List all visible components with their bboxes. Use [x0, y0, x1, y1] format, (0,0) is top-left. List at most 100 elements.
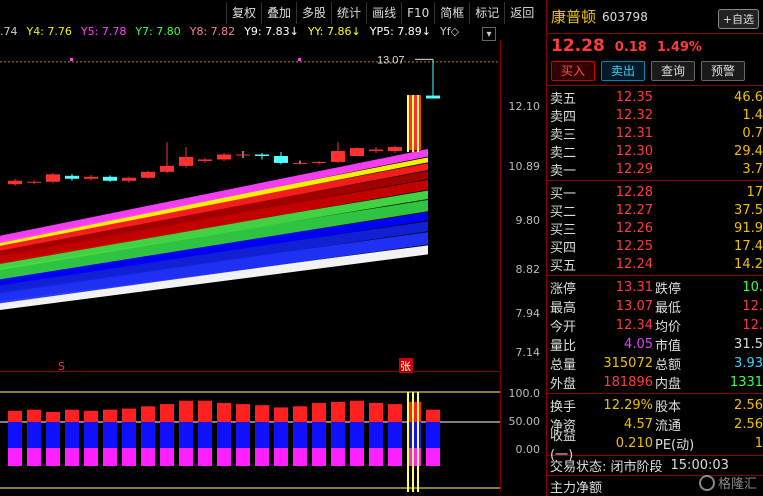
ma-value: Y5: 7.78 [80, 25, 127, 38]
stat-value: 3.93 [734, 356, 763, 371]
toolbar-button[interactable]: 画线 [366, 2, 401, 24]
asks-level-row[interactable]: 卖三 12.31 0.7 [547, 124, 763, 143]
kline-svg: 13.07S 张 [0, 54, 500, 373]
candle-body[interactable] [293, 162, 307, 164]
candle-body[interactable] [103, 176, 117, 181]
candle-body[interactable] [179, 156, 193, 166]
oscillator-red-bar [217, 402, 231, 422]
price-axis-label: 10.89 [508, 160, 541, 174]
asks-level-row[interactable]: 卖五 12.35 46.6 [547, 88, 763, 107]
stat-label: 今开 [550, 320, 577, 335]
candle-body[interactable] [255, 154, 269, 156]
stat-row: 量比 4.05 市值 31.5 [547, 335, 763, 354]
limit-up-stripe [407, 95, 409, 153]
toolbar-button[interactable]: 统计 [331, 2, 366, 24]
asks-level-volume: 29.4 [734, 143, 763, 159]
candle-body[interactable] [141, 171, 155, 178]
oscillator-magenta-bar [331, 448, 345, 466]
asks-level-volume: 0.7 [742, 125, 763, 141]
bids-level-row[interactable]: 买三 12.26 91.9 [547, 219, 763, 238]
oscillator-magenta-bar [27, 448, 41, 466]
bids-level-label: 买二 [550, 204, 577, 220]
toolbar-button[interactable]: F10 [401, 2, 434, 24]
menu-icon[interactable]: ▾ [482, 27, 496, 41]
oscillator-magenta-bar [84, 448, 98, 466]
candle-body[interactable] [27, 181, 41, 183]
candle-body[interactable] [312, 161, 326, 163]
oscillator-blue-bar [331, 422, 345, 448]
bids-level-row[interactable]: 买五 12.24 14.2 [547, 255, 763, 274]
query-button[interactable]: 查询 [651, 61, 695, 81]
oscillator-magenta-bar [179, 448, 193, 466]
buy-button[interactable]: 买入 [551, 61, 595, 81]
candle-body[interactable] [369, 149, 383, 152]
candle-body[interactable] [426, 95, 440, 99]
ma-value: YY: 7.86↓ [307, 25, 361, 38]
candle-body[interactable] [65, 175, 79, 179]
add-watchlist-button[interactable]: +自选 [717, 9, 759, 29]
asks-level-price: 12.30 [615, 143, 653, 159]
stock-header: 康普顿 603798 +自选 [547, 0, 763, 34]
candle-body[interactable] [331, 151, 345, 162]
limit-up-stripe [412, 95, 414, 153]
stat-value: 10. [742, 280, 763, 295]
asks-level-row[interactable]: 卖一 12.29 3.7 [547, 160, 763, 179]
asks-level-label: 卖三 [550, 127, 577, 143]
bids-level-row[interactable]: 买一 12.28 17 [547, 183, 763, 202]
price-change-percent: 1.49% [656, 40, 702, 55]
toolbar-button[interactable]: 叠加 [261, 2, 296, 24]
stat-label: 量比 [550, 339, 577, 354]
candle-body[interactable] [198, 159, 212, 161]
oscillator-blue-bar [312, 422, 326, 448]
bids-level-price: 12.28 [615, 184, 653, 200]
stock-name[interactable]: 康普顿 [551, 6, 596, 27]
asks-level-row[interactable]: 卖二 12.30 29.4 [547, 142, 763, 161]
oscillator-magenta-bar [65, 448, 79, 466]
alert-button[interactable]: 预警 [701, 61, 745, 81]
bids-level-row[interactable]: 买二 12.27 37.5 [547, 201, 763, 220]
oscillator-blue-bar [350, 422, 364, 448]
candle-body[interactable] [84, 176, 98, 179]
toolbar-button[interactable]: 多股 [296, 2, 331, 24]
kline-chart-area[interactable]: 复权 叠加 多股 统计 画线 F10 简框 标记 返回 .74 Y4: 7.76 Y5: 7.78 Y… [0, 0, 546, 496]
oscillator-magenta-bar [46, 448, 60, 466]
price-axis-label: 9.80 [515, 214, 541, 228]
stat-label: 流通 [655, 419, 682, 434]
oscillator-blue-bar [8, 422, 22, 448]
asks-level-row[interactable]: 卖四 12.32 1.4 [547, 106, 763, 125]
bids-level-price: 12.26 [615, 220, 653, 236]
candle-body[interactable] [8, 180, 22, 185]
oscillator-blue-bar [65, 422, 79, 448]
candle-body[interactable] [46, 174, 60, 182]
toolbar-button[interactable]: 简框 [434, 2, 469, 24]
oscillator-magenta-bar [236, 448, 250, 466]
candle-body[interactable] [350, 148, 364, 156]
signal-dot [70, 58, 73, 61]
oscillator-blue-bar [236, 422, 250, 448]
oscillator-red-bar [255, 405, 269, 422]
asks-level-volume: 1.4 [742, 107, 763, 123]
toolbar-button[interactable]: 复权 [226, 2, 261, 24]
toolbar-button[interactable]: 标记 [469, 2, 504, 24]
toolbar-button[interactable]: 返回 [504, 2, 539, 24]
oscillator-magenta-bar [8, 448, 22, 466]
bids-level-row[interactable]: 买四 12.25 17.4 [547, 237, 763, 256]
oscillator-blue-bar [84, 422, 98, 448]
candle-body[interactable] [122, 177, 136, 181]
signal-dot [298, 58, 301, 61]
candle-body[interactable] [217, 154, 231, 160]
sell-button[interactable]: 卖出 [601, 61, 645, 81]
candle-body[interactable] [236, 154, 250, 156]
oscillator-magenta-bar [350, 448, 364, 466]
ask-levels: 卖五 12.35 46.6 卖四 12.32 1.4 卖三 12.31 0.7 卖二 12.30 29… [547, 86, 763, 181]
oscillator-red-bar [122, 408, 136, 422]
oscillator-magenta-bar [141, 448, 155, 466]
stat-label: 股本 [655, 400, 682, 415]
oscillator-red-bar [103, 409, 117, 422]
candle-body[interactable] [388, 147, 402, 152]
candle-body[interactable] [274, 155, 288, 163]
bids-level-price: 12.25 [615, 238, 653, 254]
stat-value: 4.05 [624, 337, 653, 352]
bids-level-price: 12.27 [615, 202, 653, 218]
candle-body[interactable] [160, 165, 174, 172]
